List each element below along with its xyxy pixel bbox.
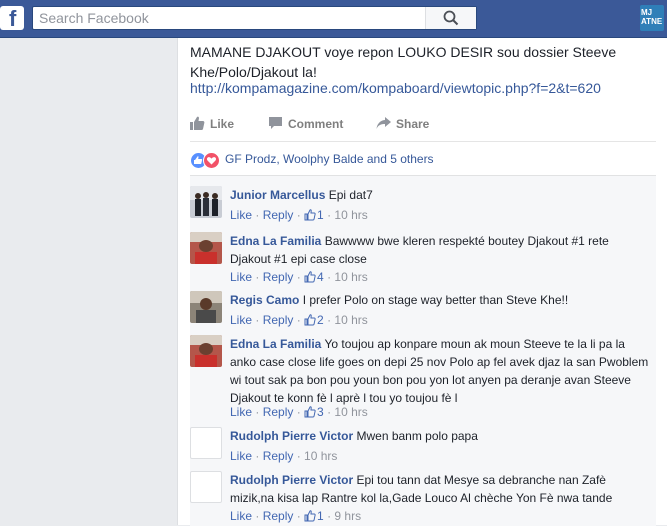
comment-like-count[interactable]: 3 <box>317 405 324 419</box>
comment-like-link[interactable]: Like <box>230 509 252 523</box>
comment-time[interactable]: 9 hrs <box>334 509 361 523</box>
comment-time[interactable]: 10 hrs <box>334 270 367 284</box>
facebook-logo-letter: f <box>9 6 17 31</box>
love-reaction-icon <box>203 152 220 169</box>
app-icon[interactable]: MJ ATNE <box>640 5 664 31</box>
post-link[interactable]: http://kompamagazine.com/kompaboard/view… <box>190 79 601 97</box>
thumbs-up-icon <box>304 314 316 326</box>
comment-reply-link[interactable]: Reply <box>263 405 294 419</box>
search-button[interactable] <box>425 7 476 29</box>
comment-meta: Like · Reply · 10 hrs <box>230 449 338 463</box>
search-input[interactable] <box>39 9 419 27</box>
comment-time[interactable]: 10 hrs <box>334 313 367 327</box>
comment-reply-link[interactable]: Reply <box>263 509 294 523</box>
comment-text: Epi dat7 <box>328 188 373 202</box>
comment-body: Edna La Familia Yo toujou ap konpare mou… <box>230 335 650 407</box>
comment-author[interactable]: Edna La Familia <box>230 337 321 351</box>
comment-like-link[interactable]: Like <box>230 449 252 463</box>
actions-divider <box>190 141 656 142</box>
avatar[interactable] <box>190 427 222 459</box>
comment-like-count[interactable]: 1 <box>317 208 324 222</box>
comment-time[interactable]: 10 hrs <box>304 449 337 463</box>
comment-like-link[interactable]: Like <box>230 313 252 327</box>
thumbs-up-icon <box>190 116 205 130</box>
comment-author[interactable]: Rudolph Pierre Victor <box>230 473 353 487</box>
thumbs-up-icon <box>304 209 316 221</box>
thumbs-up-icon <box>304 510 316 522</box>
avatar[interactable] <box>190 291 222 323</box>
comment-text: I prefer Polo on stage way better than S… <box>302 293 569 307</box>
comment-time[interactable]: 10 hrs <box>334 208 367 222</box>
comment-author[interactable]: Junior Marcellus <box>230 188 325 202</box>
comment-reply-link[interactable]: Reply <box>263 270 294 284</box>
avatar[interactable] <box>190 335 222 367</box>
reactions-text[interactable]: GF Prodz, Woolphy Balde and 5 others <box>225 151 434 167</box>
comment-meta: Like · Reply · 1 · 10 hrs <box>230 208 368 222</box>
comment-author[interactable]: Rudolph Pierre Victor <box>230 429 353 443</box>
like-label: Like <box>210 117 235 131</box>
share-label: Share <box>396 117 430 131</box>
comment-reply-link[interactable]: Reply <box>263 208 294 222</box>
avatar[interactable] <box>190 186 222 218</box>
comment-body: Edna La Familia Bawwww bwe kleren respek… <box>230 232 650 268</box>
comment-like-count[interactable]: 2 <box>317 313 324 327</box>
comment-time[interactable]: 10 hrs <box>334 405 367 419</box>
comment-label: Comment <box>288 117 344 131</box>
post-card: MAMANE DJAKOUT voye repon LOUKO DESIR so… <box>177 38 667 526</box>
comment-author[interactable]: Regis Camo <box>230 293 299 307</box>
comment-icon <box>269 117 282 129</box>
facebook-logo[interactable]: f <box>0 6 24 31</box>
search-box <box>32 6 477 30</box>
share-icon <box>376 117 391 129</box>
thumbs-up-icon <box>304 406 316 418</box>
comment-like-count[interactable]: 4 <box>317 270 324 284</box>
top-bar: f MJ ATNE <box>0 0 667 38</box>
comment-text: Mwen banm polo papa <box>356 429 478 443</box>
comment-meta: Like · Reply · 1 · 9 hrs <box>230 509 362 523</box>
comment-body: Rudolph Pierre Victor Epi tou tann dat M… <box>230 471 650 507</box>
comment-reply-link[interactable]: Reply <box>263 313 294 327</box>
comment-meta: Like · Reply · 4 · 10 hrs <box>230 270 368 284</box>
comment-meta: Like · Reply · 2 · 10 hrs <box>230 313 368 327</box>
comment-like-link[interactable]: Like <box>230 405 252 419</box>
comment-like-link[interactable]: Like <box>230 270 252 284</box>
comment-body: Regis Camo I prefer Polo on stage way be… <box>230 291 650 309</box>
post-text: MAMANE DJAKOUT voye repon LOUKO DESIR so… <box>190 44 617 80</box>
search-icon <box>443 10 459 26</box>
comment-like-count[interactable]: 1 <box>317 509 324 523</box>
post-actions: Like Comment Share <box>190 114 656 134</box>
avatar[interactable] <box>190 232 222 264</box>
comment-reply-link[interactable]: Reply <box>263 449 294 463</box>
comment-author[interactable]: Edna La Familia <box>230 234 321 248</box>
app-icon-text: MJ ATNE <box>641 8 663 26</box>
comment-meta: Like · Reply · 3 · 10 hrs <box>230 405 368 419</box>
comment-like-link[interactable]: Like <box>230 208 252 222</box>
avatar[interactable] <box>190 471 222 503</box>
comment-body: Rudolph Pierre Victor Mwen banm polo pap… <box>230 427 650 445</box>
thumbs-up-icon <box>304 271 316 283</box>
comment-body: Junior Marcellus Epi dat7 <box>230 186 650 204</box>
